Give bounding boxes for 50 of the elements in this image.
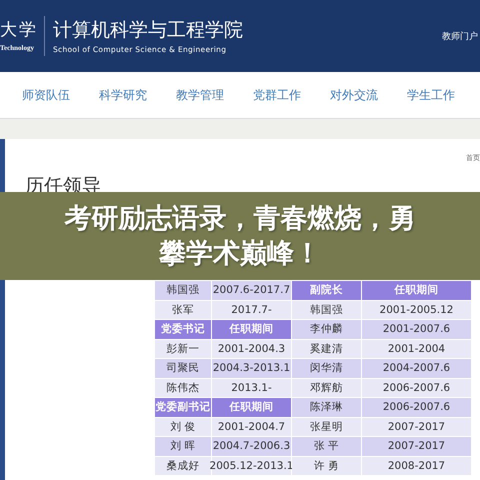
table-cell: 2001-2005.12 <box>362 300 471 319</box>
table-cell: 2001-2004 <box>362 340 471 358</box>
table-cell: 陈泽琳 <box>292 398 361 416</box>
column-header: 副院长 <box>292 281 361 300</box>
table-cell: 奚建清 <box>292 340 361 358</box>
table-cell: 2004.7-2006.3 <box>212 437 291 456</box>
table-cell: 2007.6-2017.7 <box>212 281 291 300</box>
table-cell: 陈伟杰 <box>155 378 211 397</box>
nav-link[interactable]: 党群工作 <box>253 86 301 104</box>
table-cell: 闵华清 <box>292 359 361 378</box>
table-cell: 2013.1- <box>212 378 291 397</box>
table-cell: 2007-2017 <box>362 418 471 436</box>
table-cell: 彭新一 <box>155 340 211 358</box>
site-title: 计算机科学与工程学院 <box>53 18 243 42</box>
column-header: 任职期间 <box>212 320 291 338</box>
table-cell: 韩国强 <box>292 300 361 319</box>
table-cell: 2007-2017 <box>362 437 471 456</box>
nav-link[interactable]: 学生工作 <box>407 86 455 104</box>
table-cell: 许 勇 <box>292 456 361 475</box>
column-header: 党委书记 <box>155 320 211 338</box>
nav-link[interactable]: 科学研究 <box>99 86 147 104</box>
logo-mark: 大学 <box>0 20 38 40</box>
table-cell: 2006-2007.6 <box>362 398 471 416</box>
nav-link[interactable]: 对外交流 <box>330 86 378 104</box>
column-header: 任职期间 <box>362 281 471 300</box>
nav-link[interactable]: 师资队伍 <box>22 86 70 104</box>
table-cell: 李仲麟 <box>292 320 361 338</box>
table-cell: 司聚民 <box>155 359 211 378</box>
banner-headline: 考研励志语录，青春燃烧，勇攀学术巅峰！ <box>63 202 416 271</box>
table-cell: 张 平 <box>292 437 361 456</box>
table-cell: 2001-2004.7 <box>212 418 291 436</box>
table-cell: 2017.7- <box>212 300 291 319</box>
table-cell: 张星明 <box>292 418 361 436</box>
nav-link[interactable]: 教学管理 <box>176 86 224 104</box>
portal-link[interactable]: 教师门户 <box>442 30 480 42</box>
table-cell: 邓辉舫 <box>292 378 361 397</box>
column-header: 任职期间 <box>212 398 291 416</box>
table-cell: 2001-2007.6 <box>362 320 471 338</box>
table-cell: 桑成好 <box>155 456 211 475</box>
table-cell: 2004.3-2013.1 <box>212 359 291 378</box>
table-cell: 2008-2017 <box>362 456 471 475</box>
table-cell: 2005.12-2013.1 <box>212 456 291 475</box>
table-cell: 张军 <box>155 300 211 319</box>
table-cell: 刘 俊 <box>155 418 211 436</box>
table-cell: 刘 晖 <box>155 437 211 456</box>
table-cell: 韩国强 <box>155 281 211 300</box>
table-cell: 2006-2007.6 <box>362 378 471 397</box>
table-cell: 2004-2007.6 <box>362 359 471 378</box>
table-cell: 2001-2004.3 <box>212 340 291 358</box>
column-header: 党委副书记 <box>155 398 211 416</box>
